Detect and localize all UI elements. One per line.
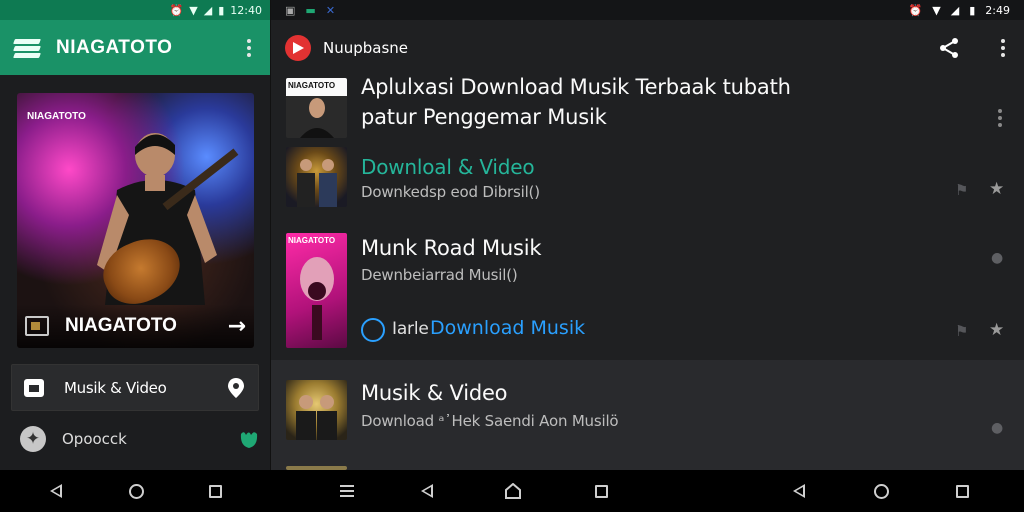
battery-icon: ▮	[218, 3, 225, 17]
right-app-title: Nuupbasne	[323, 38, 409, 57]
share-icon[interactable]	[938, 37, 960, 59]
alarm-icon: ⏰	[169, 3, 184, 17]
featured-artist-card[interactable]: NIAGATOTO NIAGATOTO →	[17, 93, 254, 348]
location-pin-icon[interactable]	[226, 377, 246, 399]
band-image	[297, 159, 337, 207]
arrow-right-icon[interactable]: →	[228, 314, 246, 339]
video-library-icon	[24, 378, 44, 397]
list-item-thumbnail	[286, 380, 347, 440]
list-item-thumbnail: NIAGATOTO	[286, 78, 347, 138]
menu-item-opoocck[interactable]: ✦ Opoocck	[20, 422, 260, 456]
home-button[interactable]	[126, 482, 146, 500]
list-item-title: patur Penggemar Musik	[361, 105, 607, 129]
recents-button[interactable]	[591, 482, 611, 500]
bluetooth-icon: ✕	[325, 3, 336, 17]
message-notification-icon: ▬	[305, 3, 316, 17]
wifi-icon: ▼	[932, 3, 941, 17]
home-button[interactable]	[871, 482, 891, 500]
list-item-title: Musik & Video	[361, 381, 508, 405]
list-item-3[interactable]: Musik & Video Download ᵃ᾿Hek Saendi Aon …	[271, 360, 1024, 470]
menu-item-musik-video[interactable]: Musik & Video	[11, 364, 259, 411]
list-item-1[interactable]: NIAGATOTO Aplulxasi Download Musik Terba…	[271, 75, 1024, 215]
leaf-icon	[240, 432, 258, 448]
download-musik-link[interactable]: Download Musik	[430, 317, 585, 339]
download-video-link[interactable]: Downloal & Video	[361, 152, 535, 182]
card-artist-name: NIAGATOTO	[65, 315, 177, 336]
wifi-icon: ▼	[189, 3, 198, 17]
status-time: 2:49	[985, 3, 1010, 17]
more-options-icon[interactable]	[242, 38, 256, 57]
signal-icon: ◢	[950, 3, 960, 17]
battery-icon: ▮	[969, 3, 976, 17]
options-dot-icon[interactable]: ●	[991, 420, 1003, 436]
download-circle-icon	[361, 318, 385, 342]
right-app-pane: ▣ ▬ ✕ ⏰ ▼ ◢ ▮ 2:49 Nuupbasne NIAGATOTO A…	[271, 0, 1024, 470]
left-app-pane: ⏰ ▼ ◢ ▮ 12:40 NIAGATOTO NIAGATOTO NIAGAT…	[0, 0, 270, 470]
signal-icon: ◢	[203, 3, 213, 17]
back-button[interactable]	[46, 482, 66, 500]
home-button[interactable]	[503, 482, 523, 500]
star-icon[interactable]: ★	[989, 179, 1004, 199]
album-badge-icon	[25, 316, 49, 336]
left-status-bar: ⏰ ▼ ◢ ▮ 12:40	[0, 0, 270, 20]
alarm-icon: ⏰	[908, 3, 923, 17]
list-item-thumbnail	[286, 147, 347, 207]
list-item-2[interactable]: NIAGATOTO Munk Road Musik Dewnbeiarrad M…	[271, 228, 1024, 353]
menu-item-label: Opoocck	[62, 430, 127, 448]
app-logo-icon	[285, 34, 311, 61]
list-item-title: Aplulxasi Download Musik Terbaak tubath	[361, 75, 791, 99]
person-image	[300, 98, 334, 138]
options-dot-icon[interactable]: ●	[991, 250, 1003, 266]
recents-button[interactable]	[952, 482, 972, 500]
left-app-title: NIAGATOTO	[56, 36, 173, 58]
card-caption: NIAGATOTO →	[17, 304, 254, 348]
thumbnail-label: NIAGATOTO	[288, 81, 336, 90]
recents-button[interactable]	[205, 482, 225, 500]
add-icon: ✦	[20, 426, 46, 452]
more-options-icon[interactable]	[993, 109, 1007, 127]
singer-image	[300, 257, 334, 340]
right-app-bar: Nuupbasne	[271, 20, 1024, 75]
link-prefix: Iarle	[392, 319, 429, 339]
menu-button[interactable]	[337, 482, 357, 500]
back-button[interactable]	[417, 482, 437, 500]
right-status-bar: ▣ ▬ ✕ ⏰ ▼ ◢ ▮ 2:49	[271, 0, 1024, 20]
more-options-icon[interactable]	[996, 38, 1010, 57]
list-item-thumbnail: NIAGATOTO	[286, 233, 347, 348]
left-app-bar: NIAGATOTO	[0, 20, 270, 75]
list-item-subtitle: Dewnbeiarrad Musil()	[361, 266, 518, 284]
list-item-subtitle: Download ᵃ᾿Hek Saendi Aon Musilö	[361, 412, 619, 430]
list-item-subtitle: Downkedsp eod Dibrsil()	[361, 183, 540, 201]
gallery-notification-icon: ▣	[285, 3, 296, 17]
status-time: 12:40	[230, 3, 262, 17]
duo-image	[296, 395, 337, 440]
list-item-title: Munk Road Musik	[361, 236, 542, 260]
flag-icon[interactable]: ⚑	[955, 181, 968, 199]
menu-item-label: Musik & Video	[64, 378, 167, 397]
star-icon[interactable]: ★	[989, 320, 1004, 340]
app-logo-icon	[13, 37, 42, 59]
flag-icon[interactable]: ⚑	[955, 322, 968, 340]
back-button[interactable]	[789, 482, 809, 500]
